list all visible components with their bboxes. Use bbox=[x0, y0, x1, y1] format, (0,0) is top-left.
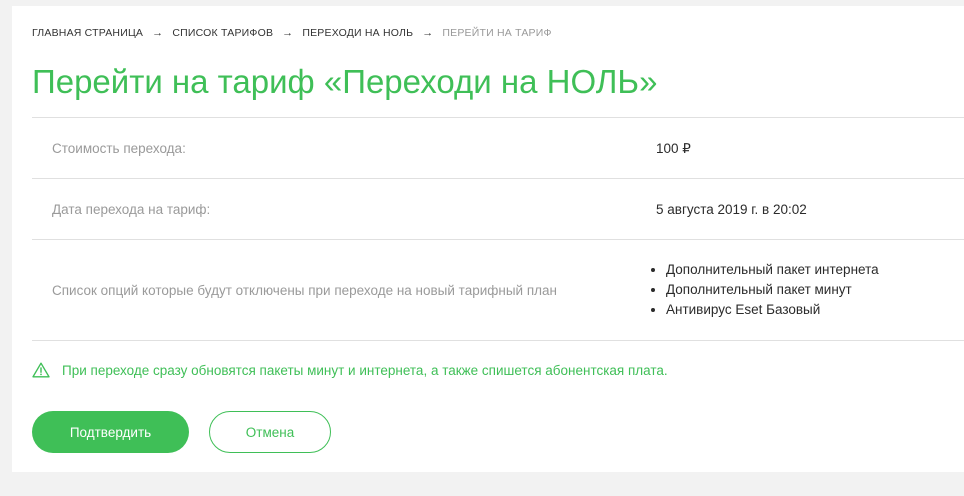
date-value: 5 августа 2019 г. в 20:02 bbox=[656, 202, 807, 217]
cost-row: Стоимость перехода: 100 ₽ bbox=[32, 117, 964, 178]
breadcrumb-home-link[interactable]: ГЛАВНАЯ СТРАНИЦА bbox=[32, 27, 143, 39]
disabled-options-row: Список опций которые будут отключены при… bbox=[32, 239, 964, 341]
breadcrumb: ГЛАВНАЯ СТРАНИЦА → СПИСОК ТАРИФОВ → ПЕРЕ… bbox=[32, 27, 552, 39]
disabled-options-list: Дополнительный пакет интернета Дополните… bbox=[648, 260, 879, 320]
breadcrumb-separator: → bbox=[282, 27, 294, 39]
list-item: Антивирус Eset Базовый bbox=[648, 300, 879, 320]
breadcrumb-tariff-link[interactable]: ПЕРЕХОДИ НА НОЛЬ bbox=[302, 27, 413, 39]
cancel-button[interactable]: Отмена bbox=[209, 411, 331, 453]
disabled-options-label: Список опций которые будут отключены при… bbox=[52, 283, 557, 298]
cost-value: 100 ₽ bbox=[656, 141, 691, 156]
date-row: Дата перехода на тариф: 5 августа 2019 г… bbox=[32, 178, 964, 239]
list-item: Дополнительный пакет интернета bbox=[648, 260, 879, 280]
details-table: Стоимость перехода: 100 ₽ Дата перехода … bbox=[32, 117, 964, 341]
warning-triangle-icon bbox=[32, 362, 50, 378]
breadcrumb-tariffs-link[interactable]: СПИСОК ТАРИФОВ bbox=[172, 27, 273, 39]
breadcrumb-separator: → bbox=[152, 27, 164, 39]
list-item: Дополнительный пакет минут bbox=[648, 280, 879, 300]
warning-notice: При переходе сразу обновятся пакеты мину… bbox=[32, 362, 668, 378]
breadcrumb-separator: → bbox=[422, 27, 434, 39]
cost-label: Стоимость перехода: bbox=[52, 141, 186, 156]
confirm-button[interactable]: Подтвердить bbox=[32, 411, 189, 453]
breadcrumb-current: ПЕРЕЙТИ НА ТАРИФ bbox=[442, 27, 552, 39]
page-title: Перейти на тариф «Переходи на НОЛЬ» bbox=[32, 63, 658, 100]
tariff-change-card: ГЛАВНАЯ СТРАНИЦА → СПИСОК ТАРИФОВ → ПЕРЕ… bbox=[12, 6, 964, 472]
warning-text: При переходе сразу обновятся пакеты мину… bbox=[62, 362, 668, 378]
date-label: Дата перехода на тариф: bbox=[52, 202, 211, 217]
